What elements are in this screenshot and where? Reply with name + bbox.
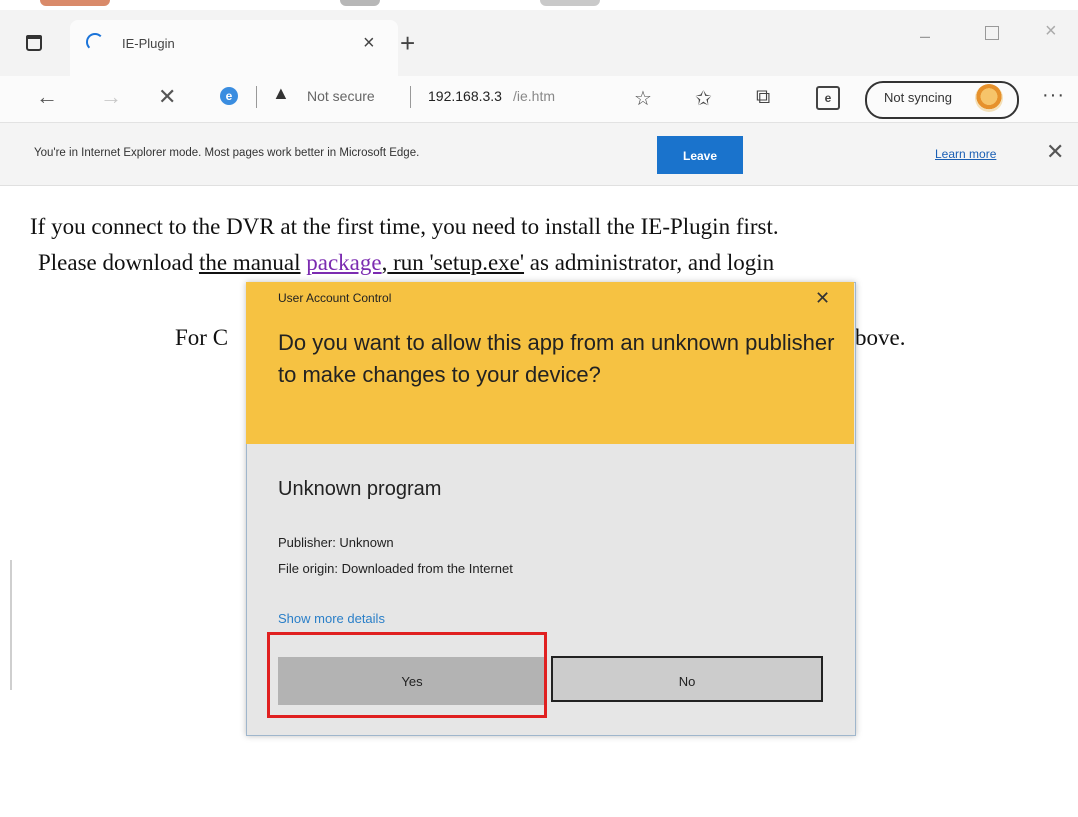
uac-close-button[interactable]: ✕	[815, 288, 830, 309]
page-text-line: For C	[175, 325, 229, 350]
text-fragment: Please download	[38, 250, 199, 275]
minimize-button[interactable]: –	[920, 26, 930, 47]
add-favorite-icon[interactable]: ☆	[634, 86, 652, 111]
window-close-button[interactable]: ×	[1045, 20, 1057, 43]
top-decoration	[0, 0, 1078, 10]
address-bar[interactable]	[205, 82, 627, 114]
tab-close-button[interactable]: ×	[363, 32, 375, 55]
tab-actions-icon[interactable]	[22, 30, 44, 52]
url-path[interactable]: /ie.htm	[513, 88, 555, 104]
show-more-details-link[interactable]: Show more details	[278, 611, 385, 626]
avatar	[975, 84, 1003, 112]
warning-icon[interactable]: ▲	[272, 83, 290, 104]
highlight-box	[267, 632, 547, 718]
forward-button[interactable]: →	[100, 84, 122, 110]
publisher-info: Publisher: Unknown	[278, 535, 394, 550]
package-link[interactable]: package	[306, 250, 381, 275]
security-label[interactable]: Not secure	[307, 88, 375, 104]
file-origin-info: File origin: Downloaded from the Interne…	[278, 561, 513, 576]
infobar-message: You're in Internet Explorer mode. Most p…	[34, 147, 420, 159]
address-separator	[256, 86, 257, 108]
leave-button[interactable]: Leave	[657, 136, 743, 174]
text-fragment: run 'setup.exe'	[387, 250, 525, 275]
maximize-button[interactable]	[985, 26, 999, 40]
ie-site-icon: e	[220, 87, 238, 105]
loading-spinner-icon	[86, 33, 104, 51]
tab-ie-plugin[interactable]	[70, 20, 398, 76]
program-name: Unknown program	[278, 478, 442, 500]
collections-icon[interactable]: ⧉	[756, 86, 770, 109]
tab-title: IE-Plugin	[122, 36, 175, 51]
learn-more-link[interactable]: Learn more	[935, 147, 996, 161]
address-separator	[410, 86, 411, 108]
page-edge-mark	[10, 560, 12, 690]
page-text-line: Please download the manual package, run …	[38, 250, 774, 276]
back-button[interactable]: ←	[36, 84, 58, 110]
page-text-line: If you connect to the DVR at the first t…	[30, 214, 779, 239]
text-fragment: as administrator, and login	[524, 250, 775, 275]
ie-mode-icon[interactable]: e	[816, 86, 840, 110]
uac-title: User Account Control	[278, 291, 392, 305]
favorites-icon[interactable]: ✩	[695, 86, 712, 111]
text-fragment: the manual	[198, 250, 301, 275]
new-tab-button[interactable]: +	[400, 28, 415, 59]
more-menu-button[interactable]: ···	[1042, 84, 1065, 107]
stop-button[interactable]: ✕	[158, 84, 176, 110]
page-text-line: bove.	[855, 325, 906, 350]
url-host[interactable]: 192.168.3.3	[428, 88, 502, 104]
infobar-close-button[interactable]: ✕	[1046, 139, 1064, 165]
no-button[interactable]: No	[551, 656, 823, 702]
sync-label: Not syncing	[884, 90, 952, 105]
uac-question: Do you want to allow this app from an un…	[278, 330, 835, 387]
